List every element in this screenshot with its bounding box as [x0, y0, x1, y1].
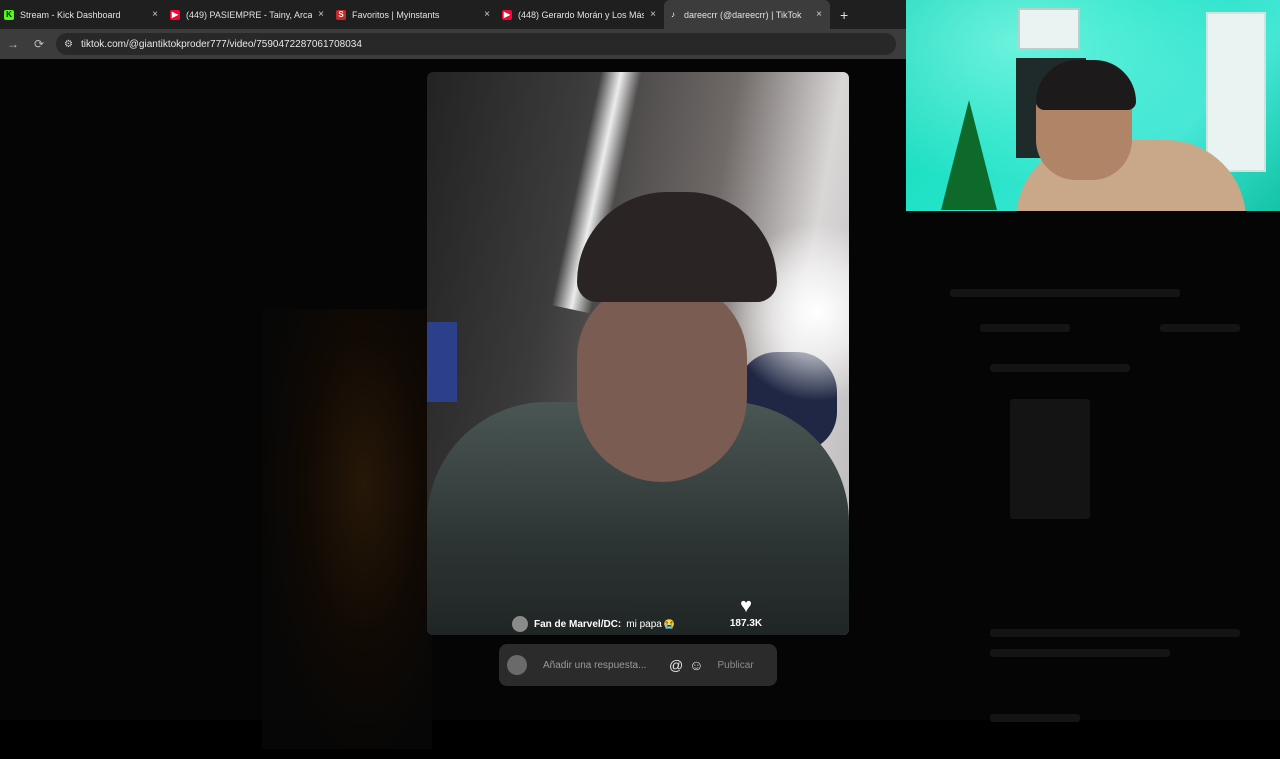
tab-title: (448) Gerardo Morán y Los Más: [518, 9, 645, 20]
myinstants-icon: S: [336, 9, 346, 20]
tiktok-icon: ♪: [671, 10, 675, 19]
reply-box: @ ☺ Publicar: [499, 644, 777, 686]
reload-icon[interactable]: ⟳: [26, 37, 52, 51]
caption-text: mi papa: [626, 618, 662, 630]
close-icon[interactable]: ×: [816, 9, 822, 20]
publish-button[interactable]: Publicar: [718, 660, 754, 671]
tab-myinstants[interactable]: S Favoritos | Myinstants ×: [332, 0, 498, 29]
tab-youtube-pasiempre[interactable]: ▶ (449) PASIEMPRE - Tainy, Arcangel ×: [166, 0, 332, 29]
close-icon[interactable]: ×: [650, 9, 656, 20]
tab-kick[interactable]: K Stream - Kick Dashboard ×: [0, 0, 166, 29]
close-icon[interactable]: ×: [318, 9, 324, 20]
dimmed-background-video: [262, 309, 432, 749]
crying-emoji-icon: 😭: [663, 618, 676, 629]
tab-title: Favoritos | Myinstants: [352, 9, 440, 20]
christmas-tree: [941, 100, 997, 210]
like-count: 187.3K: [729, 618, 763, 629]
youtube-icon: ▶: [502, 9, 512, 20]
tab-title: Stream - Kick Dashboard: [20, 9, 121, 20]
emoji-icon[interactable]: ☺: [689, 657, 703, 673]
youtube-icon: ▶: [170, 9, 180, 20]
video-frame-face: [577, 282, 747, 482]
video-player[interactable]: [427, 72, 849, 635]
avatar[interactable]: [512, 616, 528, 632]
door: [1206, 12, 1266, 172]
dimmed-comments-panel: [940, 279, 1270, 759]
kick-icon: K: [4, 9, 14, 20]
site-settings-icon[interactable]: ⚙: [64, 39, 73, 50]
tab-tiktok[interactable]: ♪ dareecrr (@dareecrr) | TikTok ×: [664, 0, 830, 29]
reply-input[interactable]: [543, 659, 663, 671]
forward-icon[interactable]: →: [0, 37, 26, 51]
url-field[interactable]: ⚙ tiktok.com/@giantiktokproder777/video/…: [56, 33, 896, 55]
url-text: tiktok.com/@giantiktokproder777/video/75…: [80, 38, 362, 50]
close-icon[interactable]: ×: [484, 9, 490, 20]
tab-title: dareecrr (@dareecrr) | TikTok: [684, 9, 802, 20]
address-bar: → ⟳ ⚙ tiktok.com/@giantiktokproder777/vi…: [0, 29, 906, 59]
new-tab-button[interactable]: +: [830, 7, 848, 23]
like-button[interactable]: ♥ 187.3K: [728, 596, 764, 629]
air-conditioner: [1018, 8, 1080, 50]
caption-user[interactable]: Fan de Marvel/DC:: [534, 619, 621, 630]
close-icon[interactable]: ×: [152, 9, 158, 20]
reply-caption: Fan de Marvel/DC: mi papa 😭: [512, 616, 675, 632]
avatar: [507, 655, 527, 675]
tab-youtube-gerardo[interactable]: ▶ (448) Gerardo Morán y Los Más ×: [498, 0, 664, 29]
tab-strip: K Stream - Kick Dashboard × ▶ (449) PASI…: [0, 0, 906, 29]
tab-title: (449) PASIEMPRE - Tainy, Arcangel: [186, 9, 313, 20]
heart-icon[interactable]: ♥: [728, 596, 764, 616]
video-frame-seat: [427, 322, 457, 402]
webcam-overlay: [906, 0, 1280, 211]
mention-icon[interactable]: @: [669, 657, 683, 673]
